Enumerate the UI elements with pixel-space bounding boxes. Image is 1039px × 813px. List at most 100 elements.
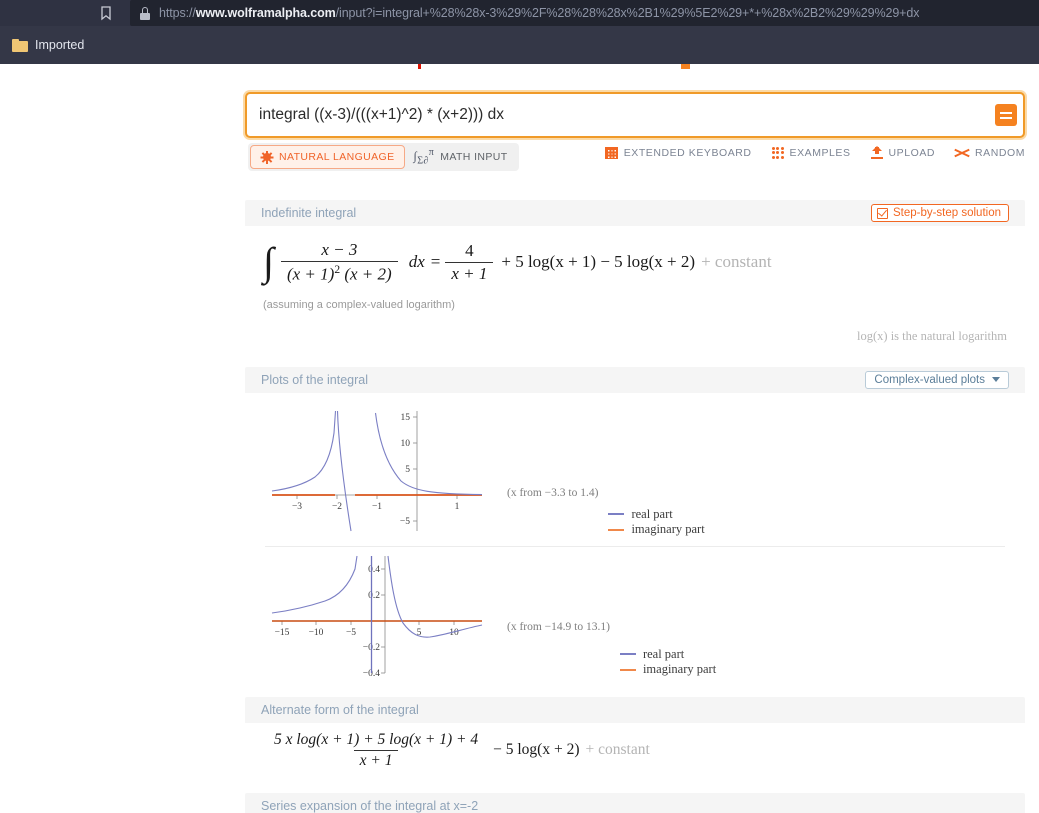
legend-swatch-real — [608, 513, 625, 516]
extended-keyboard-button[interactable]: EXTENDED KEYBOARD — [604, 146, 752, 159]
url-path: /input?i=integral+%28%28x-3%29%2F%28%28%… — [335, 6, 920, 20]
integrand-fraction: x − 3 (x + 1)2 (x + 2) — [280, 240, 398, 285]
math-integral-icon: ∫Σ∂π — [413, 147, 435, 167]
mode-tab-label: MATH INPUT — [440, 151, 508, 163]
mode-tab-math-input[interactable]: ∫Σ∂π MATH INPUT — [405, 145, 517, 169]
svg-text:−1: −1 — [372, 502, 382, 512]
pod-body: 5 x log(x + 1) + 5 log(x + 1) + 4 x + 1 … — [245, 722, 1025, 784]
pod-series-expansion: Series expansion of the integral at x=-2… — [245, 792, 1025, 813]
alternate-form-formula: 5 x log(x + 1) + 5 log(x + 1) + 4 x + 1 … — [263, 731, 1007, 770]
plot-1-legend: real part imaginary part — [608, 506, 705, 538]
alternate-fraction: 5 x log(x + 1) + 5 log(x + 1) + 4 x + 1 — [268, 731, 484, 770]
bookmark-icon[interactable] — [98, 5, 114, 21]
random-button[interactable]: RANDOM — [954, 147, 1025, 159]
legend-entry-imaginary: imaginary part — [608, 522, 705, 538]
upload-button[interactable]: UPLOAD — [870, 146, 936, 159]
pod-header: Plots of the integral Complex-valued plo… — [245, 366, 1025, 393]
plot-2-legend: real part imaginary part — [619, 646, 717, 678]
alternate-denominator: x + 1 — [353, 749, 399, 770]
search-box[interactable] — [245, 92, 1025, 138]
complex-valued-plots-dropdown[interactable]: Complex-valued plots — [865, 370, 1009, 389]
chevron-down-icon — [992, 377, 1000, 383]
legend-label-real: real part — [631, 506, 673, 521]
folder-icon — [12, 38, 28, 52]
alternate-numerator: 5 x log(x + 1) + 5 log(x + 1) + 4 — [274, 730, 479, 748]
bookmarks-bar: Imported — [0, 26, 1039, 64]
legend-entry-real: real part — [619, 646, 716, 663]
step-by-step-solution-button[interactable]: Step-by-step solution — [870, 204, 1009, 222]
integral-symbol: ∫ — [263, 238, 274, 284]
lock-icon — [140, 6, 150, 20]
plot-2-svg: −15 −10 −5 5 10 0.4 0.2 — [271, 555, 483, 676]
svg-text:10: 10 — [401, 439, 411, 449]
pod-plots-of-the-integral: Plots of the integral Complex-valued plo… — [245, 366, 1025, 688]
plot-near-view: −3 −2 −1 1 15 10 5 −5 (x from −3.3 to 1.… — [263, 399, 1007, 540]
pod-body: −3 −2 −1 1 15 10 5 −5 (x from −3.3 to 1.… — [245, 392, 1025, 688]
equals-sign: = — [430, 252, 441, 272]
bookmark-item-imported[interactable]: Imported — [4, 33, 92, 57]
denominator-a: (x + 1) — [286, 264, 335, 284]
legend-swatch-imaginary — [619, 668, 636, 671]
nav-peek-red — [418, 64, 421, 69]
constant-term: + constant — [701, 252, 772, 272]
svg-text:1: 1 — [455, 502, 460, 512]
pod-header: Series expansion of the integral at x=-2 — [245, 792, 1025, 813]
assumption-note: (assuming a complex-valued logarithm) — [263, 298, 455, 311]
result-fraction: 4 x + 1 — [445, 241, 494, 284]
svg-text:−10: −10 — [309, 628, 324, 638]
svg-text:−3: −3 — [292, 502, 302, 512]
tool-label: EXAMPLES — [789, 146, 851, 159]
search-area — [245, 92, 1025, 138]
bookmark-label: Imported — [35, 38, 85, 52]
pod-alternate-form: Alternate form of the integral 5 x log(x… — [245, 696, 1025, 784]
examples-button[interactable]: EXAMPLES — [771, 146, 851, 159]
plot-2-range-note: (x from −14.9 to 13.1) — [507, 620, 610, 633]
pod-header: Indefinite integral Step-by-step solutio… — [245, 200, 1025, 226]
svg-text:−15: −15 — [275, 628, 290, 638]
tool-label: UPLOAD — [888, 146, 936, 159]
integrand-numerator: x − 3 — [321, 240, 358, 259]
pod-title: Indefinite integral — [261, 206, 357, 220]
url-host: www.wolframalpha.com — [195, 6, 336, 20]
alternate-rest: − 5 log(x + 2) — [493, 741, 580, 759]
input-mode-tabs: NATURAL LANGUAGE ∫Σ∂π MATH INPUT — [248, 143, 519, 171]
alternate-constant: + constant — [585, 741, 650, 759]
nav-peek-orange — [681, 64, 690, 69]
differential-dx: dx — [408, 252, 425, 272]
mode-tab-natural-language[interactable]: NATURAL LANGUAGE — [250, 145, 405, 169]
legend-label-imaginary: imaginary part — [631, 522, 705, 537]
denominator-exponent: 2 — [334, 263, 341, 276]
legend-entry-imaginary: imaginary part — [619, 662, 717, 678]
shuffle-icon — [954, 147, 970, 159]
pod-body: ∫ x − 3 (x + 1)2 (x + 2) dx = 4 x + 1 + … — [245, 226, 1025, 358]
plot-wide-view: −15 −10 −5 5 10 0.4 0.2 (x from −14.9 to… — [263, 549, 1007, 680]
plot-1-range-note: (x from −3.3 to 1.4) — [507, 486, 599, 499]
step-by-step-label: Step-by-step solution — [892, 207, 1001, 219]
search-input[interactable] — [247, 95, 977, 135]
svg-text:15: 15 — [401, 413, 411, 423]
url-prefix: https:// — [159, 6, 196, 20]
keyboard-grid-icon — [604, 146, 618, 159]
legend-label-real: real part — [642, 646, 685, 661]
checkbox-checked-icon — [876, 207, 888, 219]
address-bar[interactable]: https://www.wolframalpha.com/input?i=int… — [130, 0, 1039, 26]
result-denominator: x + 1 — [445, 261, 494, 284]
denominator-b: (x + 2) — [344, 264, 392, 284]
equals-submit-button[interactable] — [995, 104, 1017, 126]
plot-divider — [265, 545, 1005, 547]
legend-label-imaginary: imaginary part — [642, 662, 717, 677]
pod-title: Series expansion of the integral at x=-2 — [261, 798, 479, 813]
mode-tab-label: NATURAL LANGUAGE — [279, 151, 395, 163]
plot-1-svg: −3 −2 −1 1 15 10 5 −5 — [271, 410, 483, 531]
pod-title: Alternate form of the integral — [261, 702, 419, 717]
svg-text:0.2: 0.2 — [368, 591, 380, 601]
indefinite-integral-formula: ∫ x − 3 (x + 1)2 (x + 2) dx = 4 x + 1 + … — [263, 236, 1007, 285]
dots-grid-icon — [771, 146, 784, 159]
result-log-terms: + 5 log(x + 1) − 5 log(x + 2) — [501, 252, 696, 272]
svg-text:−5: −5 — [400, 517, 410, 527]
utility-toolbar: EXTENDED KEYBOARD EXAMPLES UPLOAD RANDOM — [604, 146, 1025, 159]
svg-text:−2: −2 — [332, 502, 342, 512]
browser-chrome: https://www.wolframalpha.com/input?i=int… — [0, 0, 1039, 26]
tool-label: EXTENDED KEYBOARD — [623, 146, 752, 159]
svg-text:5: 5 — [405, 465, 410, 475]
